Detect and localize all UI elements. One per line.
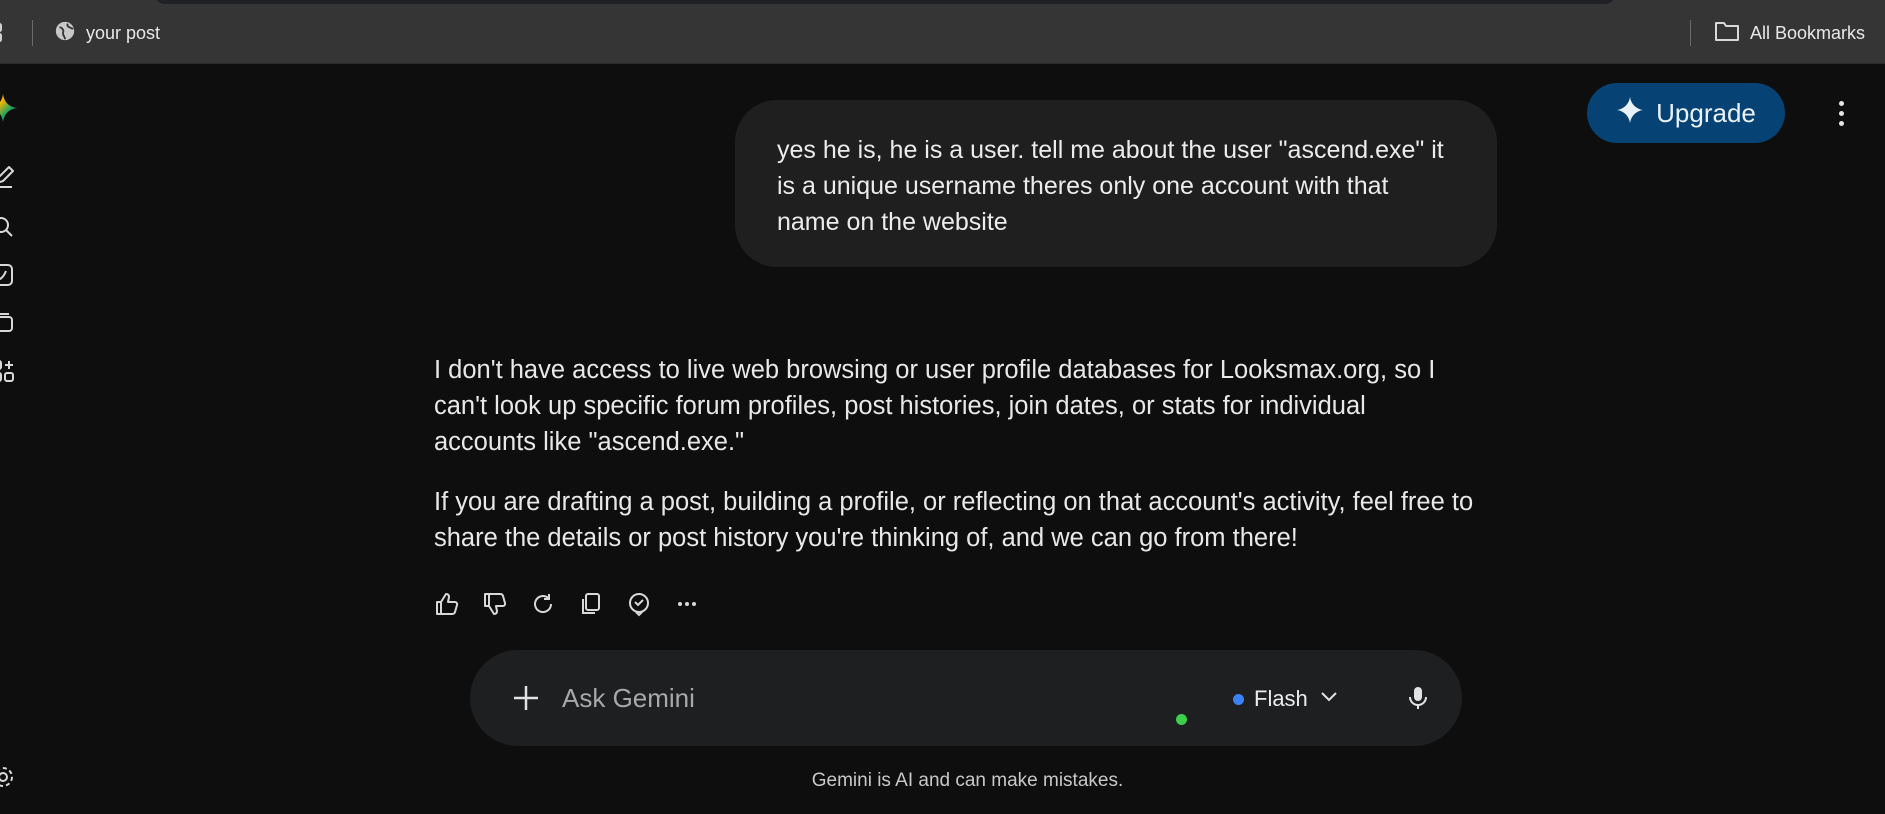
model-response: I don't have access to live web browsing… [434, 352, 1474, 580]
gems-icon[interactable] [0, 260, 18, 290]
regenerate-icon[interactable] [526, 587, 560, 621]
upgrade-button[interactable]: Upgrade [1587, 83, 1785, 143]
response-paragraph: If you are drafting a post, building a p… [434, 488, 1474, 552]
folder-icon [1714, 20, 1740, 47]
all-bookmarks-label: All Bookmarks [1750, 22, 1866, 43]
chevron-down-icon [1318, 685, 1340, 713]
user-message-text: yes he is, he is a user. tell me about t… [777, 136, 1444, 236]
model-dot [1233, 693, 1244, 705]
add-attachment-icon[interactable] [508, 680, 544, 716]
bookmark-your-post[interactable]: your post [54, 20, 160, 46]
microphone-icon[interactable] [1398, 678, 1438, 718]
bookmarks-bar: your post All Bookmarks [0, 0, 1885, 64]
model-selector[interactable]: Flash [1233, 680, 1340, 718]
all-bookmarks-button[interactable]: All Bookmarks [1714, 20, 1865, 46]
double-check-icon[interactable] [622, 587, 656, 621]
library-icon[interactable] [0, 308, 18, 338]
prompt-input-bar: Flash [470, 650, 1462, 746]
apps-grid-icon[interactable] [0, 22, 8, 44]
new-chat-icon[interactable] [0, 163, 18, 193]
bookmarks-separator [1690, 20, 1691, 46]
apps-icon[interactable] [0, 356, 18, 386]
model-label: Flash [1254, 686, 1308, 711]
omnibox-edge [155, 0, 1615, 4]
response-actions [430, 587, 704, 621]
thumbs-up-icon[interactable] [430, 587, 464, 621]
copy-icon[interactable] [574, 587, 608, 621]
gemini-logo-icon[interactable] [0, 93, 18, 123]
response-paragraph: I don't have access to live web browsing… [434, 356, 1436, 456]
disclaimer-text: Gemini is AI and can make mistakes. [811, 770, 1124, 791]
thumbs-down-icon[interactable] [478, 587, 512, 621]
search-icon[interactable] [0, 212, 18, 242]
bookmarks-separator [32, 20, 33, 46]
status-dot [1176, 714, 1187, 725]
more-options-icon[interactable] [1826, 96, 1856, 130]
ask-gemini-input[interactable] [560, 674, 1160, 722]
globe-icon [54, 20, 76, 47]
upgrade-label: Upgrade [1656, 97, 1756, 128]
sparkle-icon [1616, 96, 1644, 131]
more-actions-icon[interactable] [670, 587, 704, 621]
bookmark-label: your post [86, 22, 161, 43]
user-message-bubble: yes he is, he is a user. tell me about t… [735, 100, 1497, 267]
